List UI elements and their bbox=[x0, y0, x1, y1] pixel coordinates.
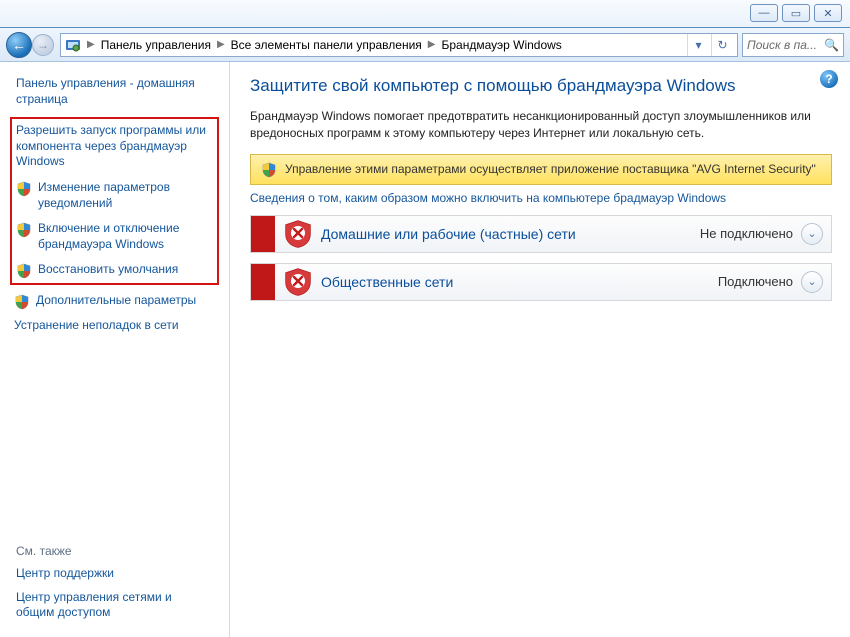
chevron-down-icon: ⌄ bbox=[807, 275, 816, 288]
sidebar-item-label: Изменение параметров уведомлений bbox=[38, 180, 213, 211]
close-icon: ✕ bbox=[823, 7, 832, 20]
status-color-bar bbox=[251, 264, 275, 300]
page-title: Защитите свой компьютер с помощью брандм… bbox=[250, 76, 832, 96]
window-maximize-button[interactable]: ▭ bbox=[782, 4, 810, 22]
breadcrumb-item[interactable]: Панель управления bbox=[101, 38, 211, 52]
see-also-action-center[interactable]: Центр поддержки bbox=[16, 566, 213, 582]
control-panel-icon bbox=[65, 37, 81, 53]
sidebar-link-advanced-settings[interactable]: Дополнительные параметры bbox=[14, 293, 219, 310]
maximize-icon: ▭ bbox=[791, 7, 801, 20]
see-also-heading: См. также bbox=[16, 544, 213, 558]
sidebar: Панель управления - домашняя страница Ра… bbox=[0, 62, 230, 637]
sidebar-item-label: Разрешить запуск программы или компонент… bbox=[16, 123, 213, 170]
expand-button[interactable]: ⌄ bbox=[801, 271, 823, 293]
sidebar-link-toggle-firewall[interactable]: Включение и отключение брандмауэра Windo… bbox=[16, 221, 213, 252]
window-minimize-button[interactable]: — bbox=[750, 4, 778, 22]
breadcrumb-item[interactable]: Брандмауэр Windows bbox=[441, 38, 561, 52]
navigation-bar: ← → ▶ Панель управления ▶ Все элементы п… bbox=[0, 28, 850, 62]
shield-icon bbox=[14, 294, 30, 310]
shield-icon bbox=[16, 263, 32, 279]
refresh-button[interactable]: ↻ bbox=[711, 34, 733, 56]
shield-icon bbox=[261, 162, 277, 178]
sidebar-link-notification-settings[interactable]: Изменение параметров уведомлений bbox=[16, 180, 213, 211]
window-titlebar: — ▭ ✕ bbox=[0, 0, 850, 28]
enable-firewall-help-link[interactable]: Сведения о том, каким образом можно вклю… bbox=[250, 191, 832, 205]
blocked-shield-icon bbox=[283, 267, 313, 297]
forward-button[interactable]: → bbox=[32, 34, 54, 56]
network-section-private[interactable]: Домашние или рабочие (частные) сети Не п… bbox=[250, 215, 832, 253]
sidebar-item-label: Включение и отключение брандмауэра Windo… bbox=[38, 221, 213, 252]
sidebar-highlight-group: Разрешить запуск программы или компонент… bbox=[10, 117, 219, 285]
network-connection-status: Не подключено bbox=[700, 226, 793, 241]
help-button[interactable]: ? bbox=[820, 70, 838, 88]
banner-text: Управление этими параметрами осуществляе… bbox=[285, 162, 816, 176]
nav-back-forward: ← → bbox=[6, 31, 56, 59]
address-bar[interactable]: ▶ Панель управления ▶ Все элементы панел… bbox=[60, 33, 738, 57]
vendor-management-banner: Управление этими параметрами осуществляе… bbox=[250, 154, 832, 185]
sidebar-see-also: См. также Центр поддержки Центр управлен… bbox=[10, 536, 219, 627]
sidebar-link-restore-defaults[interactable]: Восстановить умолчания bbox=[16, 262, 213, 279]
shield-icon bbox=[16, 222, 32, 238]
sidebar-item-label: Устранение неполадок в сети bbox=[14, 318, 179, 334]
chevron-down-icon: ▾ bbox=[695, 38, 701, 52]
search-input[interactable]: Поиск в па... 🔍 bbox=[742, 33, 844, 57]
network-section-title: Домашние или рабочие (частные) сети bbox=[321, 226, 700, 242]
main-panel: ? Защитите свой компьютер с помощью бран… bbox=[230, 62, 850, 637]
see-also-network-sharing[interactable]: Центр управления сетями и общим доступом bbox=[16, 590, 213, 621]
help-icon: ? bbox=[825, 72, 832, 86]
breadcrumb-item[interactable]: Все элементы панели управления bbox=[231, 38, 422, 52]
sidebar-item-label: Центр управления сетями и общим доступом bbox=[16, 590, 213, 621]
sidebar-item-label: Дополнительные параметры bbox=[36, 293, 196, 309]
network-section-title: Общественные сети bbox=[321, 274, 718, 290]
address-dropdown-button[interactable]: ▾ bbox=[687, 34, 709, 56]
page-description: Брандмауэр Windows помогает предотвратит… bbox=[250, 108, 832, 142]
search-placeholder: Поиск в па... bbox=[747, 38, 817, 52]
sidebar-item-label: Центр поддержки bbox=[16, 566, 114, 582]
shield-icon bbox=[16, 181, 32, 197]
sidebar-home-link[interactable]: Панель управления - домашняя страница bbox=[16, 76, 219, 107]
expand-button[interactable]: ⌄ bbox=[801, 223, 823, 245]
sidebar-item-label: Восстановить умолчания bbox=[38, 262, 178, 278]
blocked-shield-icon bbox=[283, 219, 313, 249]
network-connection-status: Подключено bbox=[718, 274, 793, 289]
arrow-left-icon: ← bbox=[12, 37, 26, 53]
chevron-down-icon: ⌄ bbox=[807, 227, 816, 240]
sidebar-link-allow-program[interactable]: Разрешить запуск программы или компонент… bbox=[16, 123, 213, 170]
chevron-right-icon: ▶ bbox=[428, 39, 436, 50]
window-close-button[interactable]: ✕ bbox=[814, 4, 842, 22]
network-section-public[interactable]: Общественные сети Подключено ⌄ bbox=[250, 263, 832, 301]
chevron-right-icon: ▶ bbox=[87, 39, 95, 50]
chevron-right-icon: ▶ bbox=[217, 39, 225, 50]
refresh-icon: ↻ bbox=[717, 38, 727, 52]
search-icon: 🔍 bbox=[824, 38, 839, 52]
status-color-bar bbox=[251, 216, 275, 252]
sidebar-home-label: Панель управления - домашняя страница bbox=[16, 76, 219, 107]
minimize-icon: — bbox=[759, 7, 770, 19]
back-button[interactable]: ← bbox=[6, 32, 32, 58]
arrow-right-icon: → bbox=[37, 38, 49, 52]
sidebar-link-troubleshoot-network[interactable]: Устранение неполадок в сети bbox=[14, 318, 219, 334]
